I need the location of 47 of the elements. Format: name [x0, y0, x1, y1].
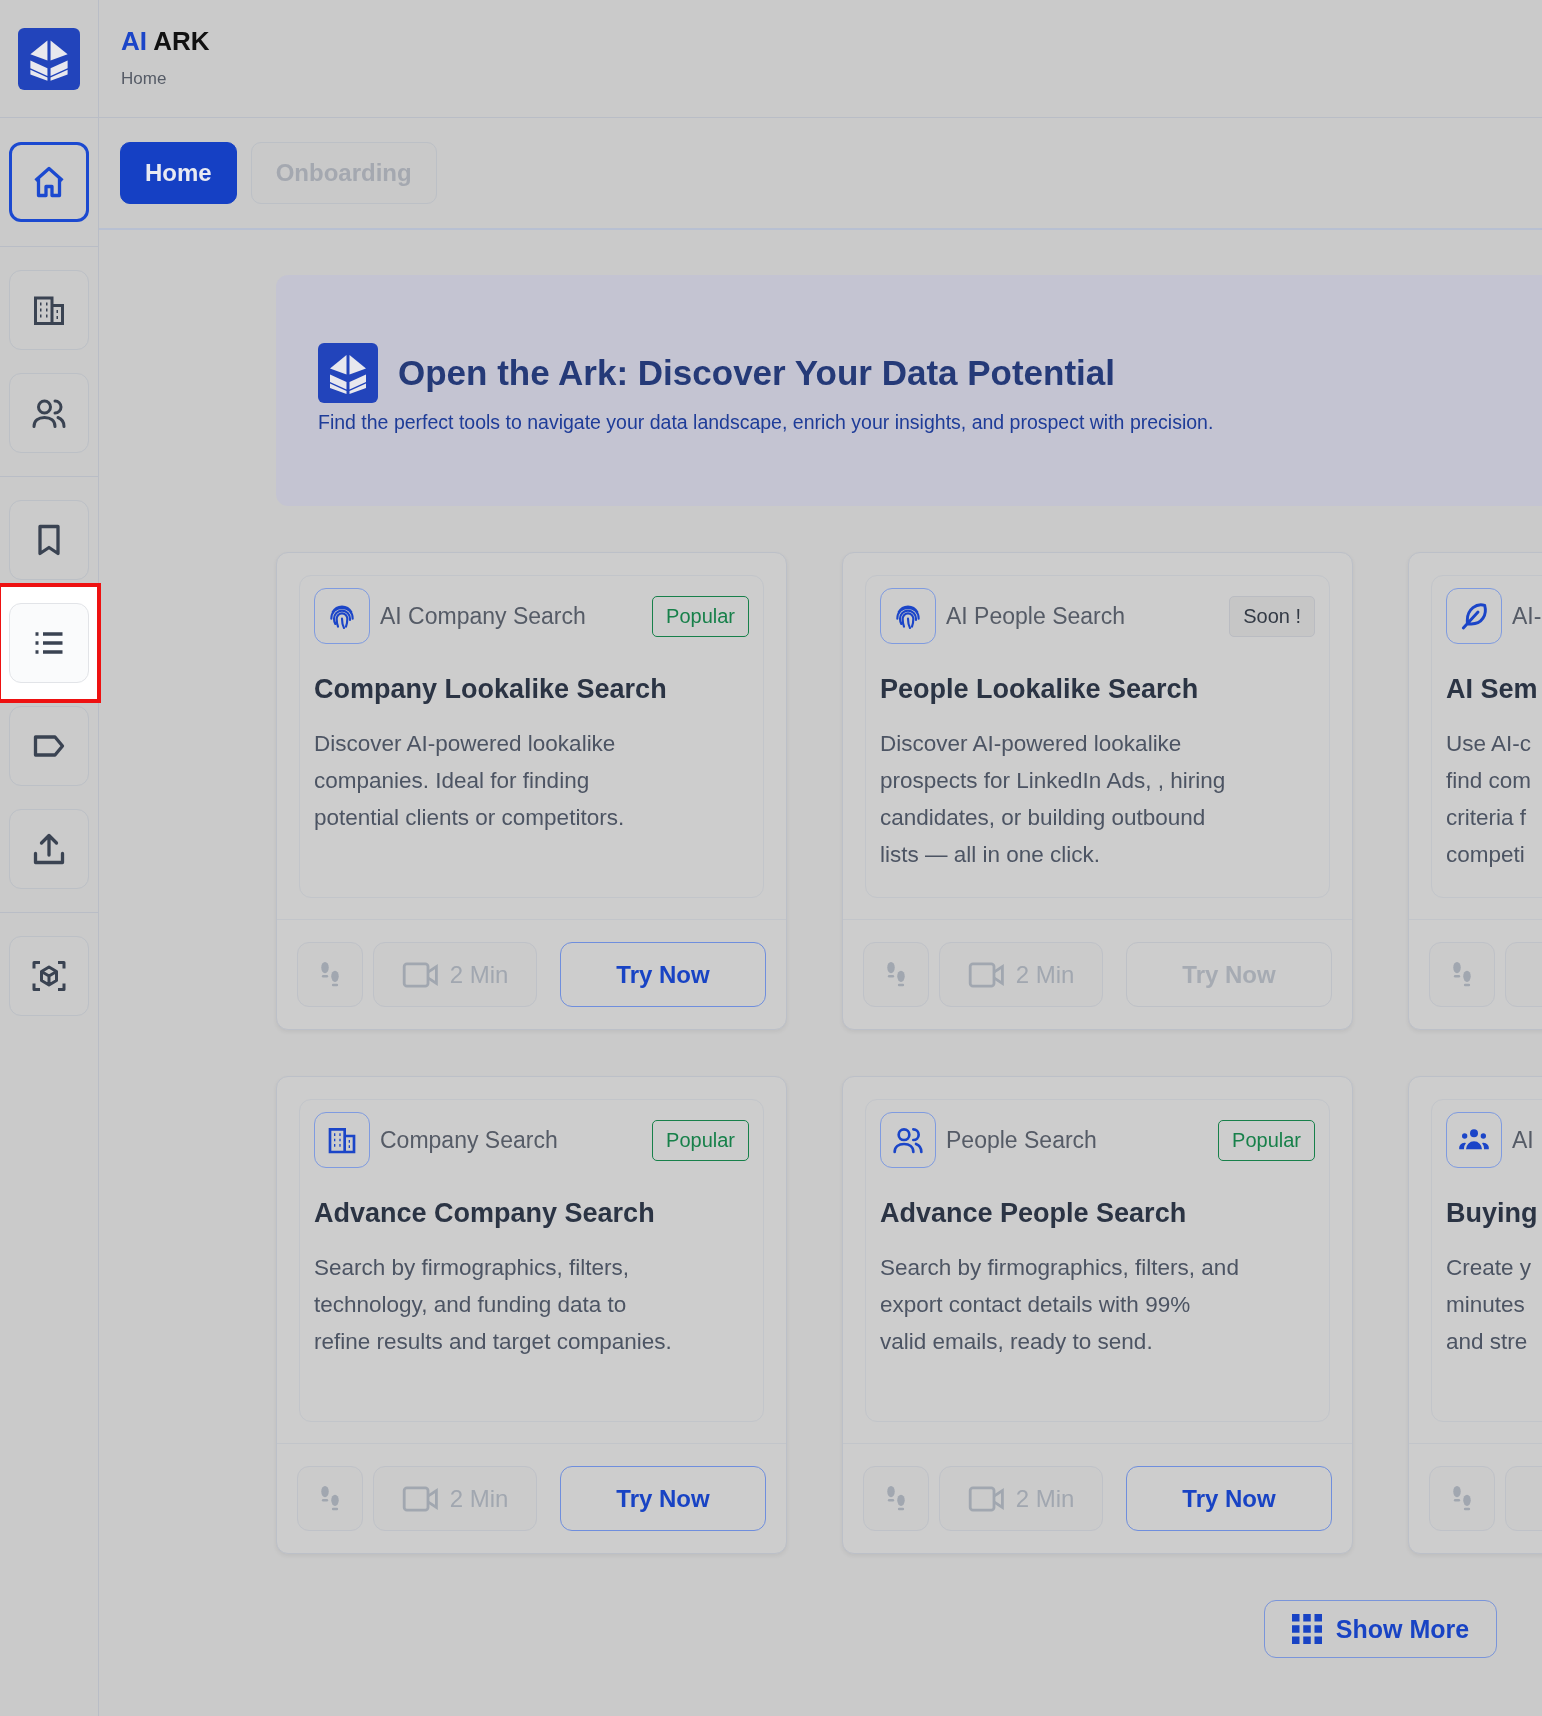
card-title: People Lookalike Search — [880, 674, 1200, 705]
popular-badge: Popular — [1218, 1119, 1315, 1161]
sidebar-item[interactable] — [9, 500, 89, 580]
card-title: Buying — [1446, 1198, 1539, 1229]
ark-logo — [318, 343, 378, 403]
card-description: Search by firmographics, filters, technology, and funding data to refine results and target companies. — [314, 1254, 673, 1356]
sidebar-item[interactable] — [9, 142, 89, 222]
card-category: AI — [1512, 1126, 1535, 1154]
banner-title: Open the Ark: Discover Your Data Potential — [398, 353, 1116, 393]
cube-scan-icon — [31, 958, 67, 994]
video-camera-icon — [401, 1484, 440, 1513]
card-category: AI People Search — [946, 602, 1126, 630]
card-title: Advance People Search — [880, 1198, 1188, 1229]
ark-logo — [18, 27, 80, 90]
try-now-button[interactable]: Try Now — [1126, 1466, 1332, 1531]
card-description: Create y minutes and stre — [1446, 1254, 1533, 1356]
card-category: AI Company Search — [380, 602, 587, 630]
show-more-button[interactable]: Show More — [1264, 1600, 1497, 1658]
card-description: Discover AI-powered lookalike companies. Ideal for finding potential clients or competitors. — [314, 730, 626, 832]
card-category: AI- — [1512, 602, 1542, 630]
sidebar-item[interactable] — [9, 936, 89, 1016]
video-camera-icon — [401, 960, 440, 989]
soon-badge: Soon ! — [1229, 595, 1315, 637]
app-title: AI ARK — [121, 26, 211, 57]
card-title: Company Lookalike Search — [314, 674, 668, 705]
popular-badge: Popular — [652, 1119, 749, 1161]
sidebar-item[interactable] — [9, 706, 89, 786]
video-camera-icon — [967, 960, 1006, 989]
try-now-button[interactable]: Try Now — [560, 1466, 766, 1531]
card-description: Discover AI-powered lookalike prospects for LinkedIn Ads, , hiring candidates, or building outbound lists — all in one click. — [880, 730, 1227, 869]
card-description: Search by firmographics, filters, and export contact details with 99% valid emails, ready to send. — [880, 1254, 1240, 1356]
card-category: Company Search — [380, 1126, 559, 1154]
tab[interactable]: Home — [120, 142, 237, 204]
sidebar-item[interactable] — [9, 270, 89, 350]
sidebar-item[interactable] — [9, 809, 89, 889]
breadcrumb: Home — [121, 69, 168, 89]
sidebar-item[interactable] — [9, 373, 89, 453]
try-now-button[interactable]: Try Now — [560, 942, 766, 1007]
banner-subtitle: Find the perfect tools to navigate your data landscape, enrich your insights, and prospect with precision. — [318, 411, 1215, 434]
upload-icon — [31, 831, 67, 867]
grid-icon — [1291, 1614, 1322, 1644]
card-category: People Search — [946, 1126, 1098, 1154]
popular-badge: Popular — [652, 595, 749, 637]
card-title: Advance Company Search — [314, 1198, 656, 1229]
card-title: AI Sem — [1446, 674, 1539, 705]
video-camera-icon — [967, 1484, 1006, 1513]
card-description: Use AI-c find com criteria f competi — [1446, 730, 1533, 869]
